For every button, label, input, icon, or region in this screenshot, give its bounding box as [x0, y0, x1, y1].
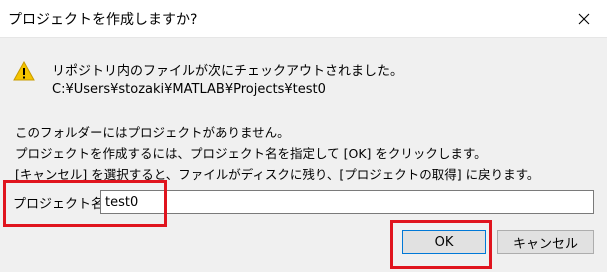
checkout-path: C:¥Users¥stozaki¥MATLAB¥Projects¥test0	[52, 82, 326, 97]
create-project-dialog: プロジェクトを作成しますか? リポジトリ内のファイルが次にチェックアウトされまし…	[0, 0, 607, 272]
dialog-title: プロジェクトを作成しますか?	[8, 12, 198, 28]
info-cancel-instruction: [キャンセル] を選択すると、ファイルがディスクに残り、[プロジェクトの取得] …	[15, 167, 540, 182]
info-create-instruction: プロジェクトを作成するには、プロジェクト名を指定して [OK] をクリックします…	[15, 146, 487, 161]
cancel-button[interactable]: キャンセル	[497, 230, 594, 254]
close-button[interactable]	[561, 0, 607, 37]
warning-icon	[13, 61, 35, 81]
project-name-input[interactable]	[100, 190, 594, 214]
project-name-label: プロジェクト名:	[13, 197, 109, 212]
info-no-project: このフォルダーにはプロジェクトがありません。	[15, 125, 290, 140]
title-bar: プロジェクトを作成しますか?	[0, 0, 607, 38]
ok-button[interactable]: OK	[402, 230, 486, 254]
checkout-message: リポジトリ内のファイルが次にチェックアウトされました。	[52, 64, 404, 79]
close-icon	[578, 13, 590, 24]
